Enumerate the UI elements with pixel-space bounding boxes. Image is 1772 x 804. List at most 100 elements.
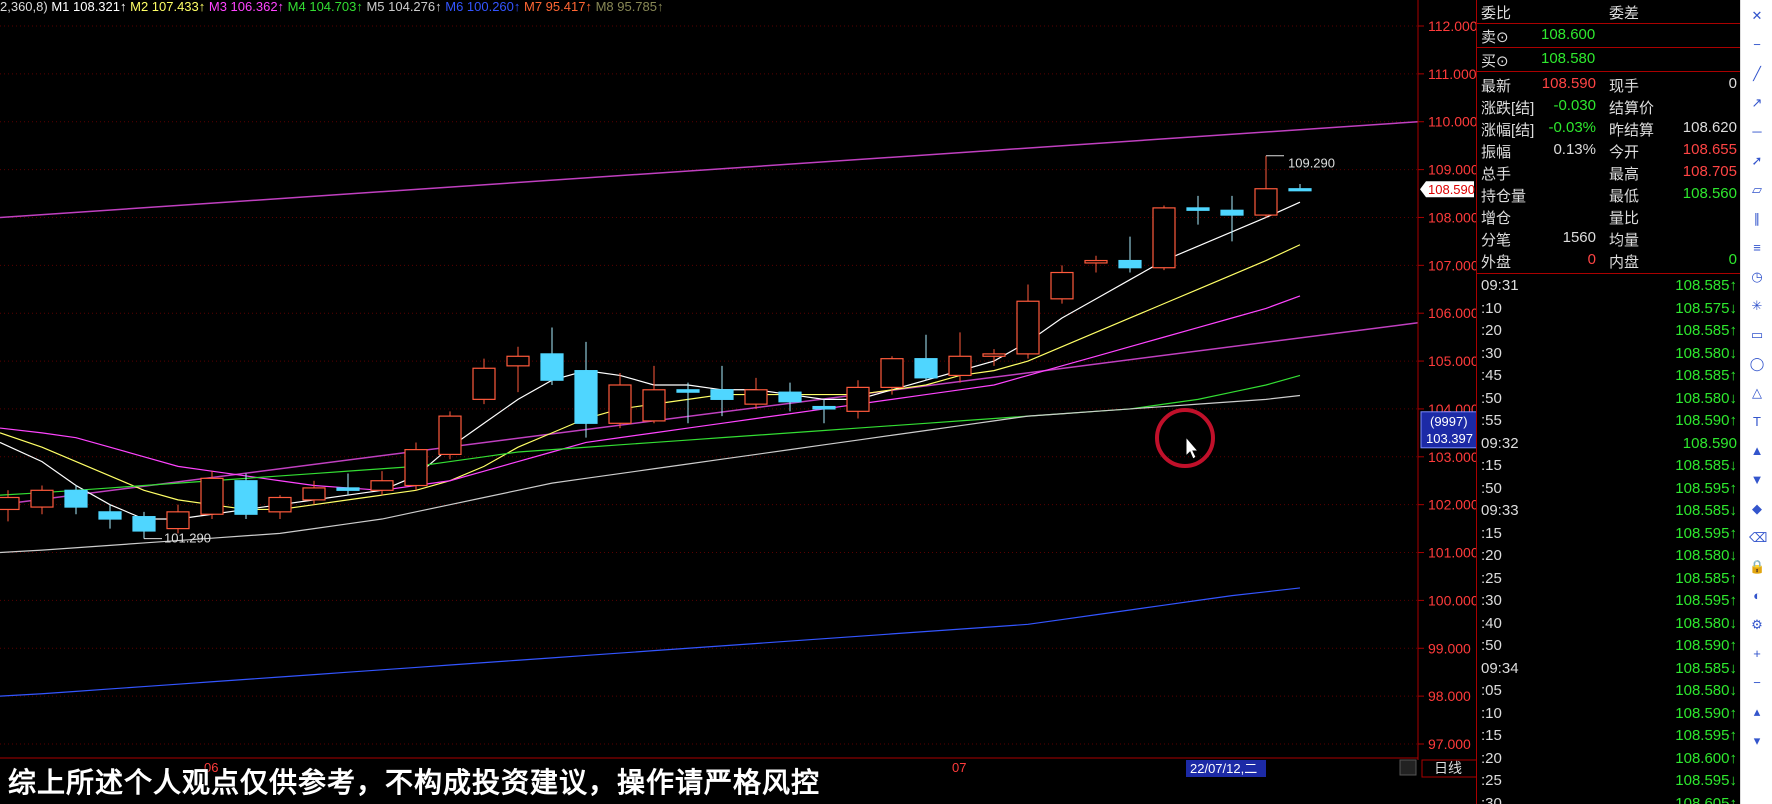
tick-row: :10 108.590↑: [1477, 703, 1741, 726]
tick-time: :30: [1481, 592, 1502, 609]
settings-icon[interactable]: ⚙: [1749, 617, 1765, 633]
candle-body: [302, 487, 326, 501]
candle-body: [0, 496, 20, 511]
candle-body: [438, 415, 462, 456]
candle-body: [1254, 188, 1278, 216]
channel-tool-icon[interactable]: ▱: [1749, 182, 1765, 198]
quote-stat-value: 0: [1728, 251, 1737, 268]
sell-row[interactable]: 卖⊙ 108.600: [1477, 24, 1741, 46]
tick-time: 09:34: [1481, 659, 1519, 677]
candle-body: [30, 489, 54, 508]
triangle-tool-icon[interactable]: △: [1749, 385, 1765, 401]
tick-price: 108.595↓: [1675, 772, 1737, 789]
candle-body: [1050, 271, 1074, 300]
tick-time: :25: [1481, 569, 1502, 587]
tick-time: :15: [1481, 524, 1502, 542]
y-tick-label: 106.000: [1428, 305, 1476, 321]
candle-body: [948, 355, 972, 377]
fib-tool-icon[interactable]: ≡: [1749, 240, 1765, 256]
text-tool-icon[interactable]: T: [1749, 414, 1765, 430]
tick-price: 108.600↑: [1675, 749, 1737, 767]
tick-row: :20 108.580↓: [1477, 545, 1741, 568]
buy-label: 买⊙: [1481, 53, 1509, 70]
quote-header-right: 委差: [1609, 5, 1640, 22]
rect-tool-icon[interactable]: ▭: [1749, 327, 1765, 343]
indicator-legend: 2,360,8) M1 108.321↑ M2 107.433↑ M3 106.…: [0, 0, 664, 14]
delete-tool-icon[interactable]: ⌫: [1749, 530, 1767, 546]
candle-body: [812, 405, 836, 410]
quote-stat-label: 最高: [1609, 166, 1640, 183]
quote-stat-row: 增仓 量比: [1477, 205, 1741, 227]
tick-time: :10: [1481, 704, 1502, 722]
y-tick-label: 102.000: [1428, 497, 1476, 513]
y-tick-label: 101.000: [1428, 545, 1476, 561]
tick-time: :20: [1481, 547, 1502, 564]
tick-price: 108.585↑: [1675, 569, 1737, 587]
y-tick-label: 109.000: [1428, 162, 1476, 178]
lock-icon[interactable]: 🔒: [1749, 559, 1765, 575]
y-tick-label: 103.000: [1428, 449, 1476, 465]
tick-time: :45: [1481, 367, 1502, 384]
scroll-down-icon[interactable]: ▾: [1749, 733, 1765, 749]
tick-time: :50: [1481, 389, 1502, 407]
minus-icon[interactable]: −: [1749, 37, 1765, 53]
zoom-out-icon[interactable]: −: [1749, 675, 1765, 691]
tick-price: 108.595↑: [1675, 727, 1737, 744]
candle-body: [132, 516, 156, 532]
tick-time: 09:31: [1481, 277, 1519, 294]
candlestick-chart[interactable]: 112.000 111.000 110.000 109.000 108.000 107.0…: [0, 0, 1476, 804]
tick-price: 108.590↑: [1675, 704, 1737, 722]
indicator-legend-text: 2,360,8) M1 108.321↑ M2 107.433↑ M3 106.…: [0, 0, 664, 14]
gann-tool-icon[interactable]: ✳: [1749, 298, 1765, 314]
zoom-in-icon[interactable]: +: [1749, 646, 1765, 662]
tick-price: 108.595↑: [1675, 479, 1737, 497]
quote-stat-row: 外盘 0 内盘 0: [1477, 249, 1741, 271]
segment-tool-icon[interactable]: ─: [1749, 124, 1765, 140]
candle-body: [268, 496, 292, 513]
tick-price: 108.590↑: [1675, 412, 1737, 429]
candle-body: [1288, 188, 1312, 192]
scroll-up-icon[interactable]: ▴: [1749, 704, 1765, 720]
tick-row: :10 108.575↓: [1477, 298, 1741, 321]
legend-item: M6 100.260↑: [445, 0, 524, 14]
cycle-tool-icon[interactable]: ◷: [1749, 269, 1765, 285]
arrow-tool-icon[interactable]: ➚: [1749, 153, 1765, 169]
y-tick-label: 105.000: [1428, 353, 1476, 369]
quote-stat-row: 分笔 1560 均量: [1477, 227, 1741, 249]
quote-stat-value: -0.030: [1553, 97, 1596, 114]
candle-body: [744, 389, 768, 405]
y-tick-label: 111.000: [1428, 66, 1476, 82]
tick-price: 108.595↑: [1675, 524, 1737, 542]
tick-time: :05: [1481, 682, 1502, 699]
legend-item: M3 106.362↑: [209, 0, 288, 14]
candle-body: [404, 449, 428, 487]
quote-stat-row: 最新 108.590 现手 0: [1477, 73, 1741, 95]
quote-stat-label: 持仓量: [1481, 188, 1527, 205]
buy-row[interactable]: 买⊙ 108.580: [1477, 48, 1741, 70]
quote-stat-value: 108.705: [1682, 163, 1737, 180]
down-arrow-tool-icon[interactable]: ▼: [1749, 472, 1765, 488]
candle-body: [1084, 259, 1108, 264]
ellipse-tool-icon[interactable]: ◯: [1749, 356, 1765, 372]
mark-tool-icon[interactable]: ◆: [1749, 501, 1765, 517]
up-arrow-tool-icon[interactable]: ▲: [1749, 443, 1765, 459]
quote-stat-value: 108.655: [1682, 141, 1737, 158]
candle-body: [846, 386, 870, 412]
quote-stat-value: 0: [1728, 75, 1737, 92]
ma-line-m6: [0, 587, 1301, 697]
y-tick-label: 98.000: [1428, 688, 1471, 704]
tick-row: :25 108.585↑: [1477, 568, 1741, 591]
tick-price: 108.585↓: [1675, 502, 1737, 519]
tick-price: 108.605↑: [1675, 794, 1737, 804]
ray-tool-icon[interactable]: ↗: [1749, 95, 1765, 111]
tick-time: :15: [1481, 727, 1502, 744]
candle-body: [880, 358, 904, 388]
line-tool-icon[interactable]: ╱: [1749, 66, 1765, 82]
candle-body: [1152, 207, 1176, 269]
hide-icon[interactable]: ◐: [1749, 588, 1765, 604]
low-price-label: 101.290: [164, 531, 211, 546]
quote-stat-label: 涨跌[结]: [1481, 100, 1535, 117]
close-icon[interactable]: ✕: [1749, 8, 1765, 24]
parallel-tool-icon[interactable]: ∥: [1749, 211, 1765, 227]
candle-body: [642, 389, 666, 422]
